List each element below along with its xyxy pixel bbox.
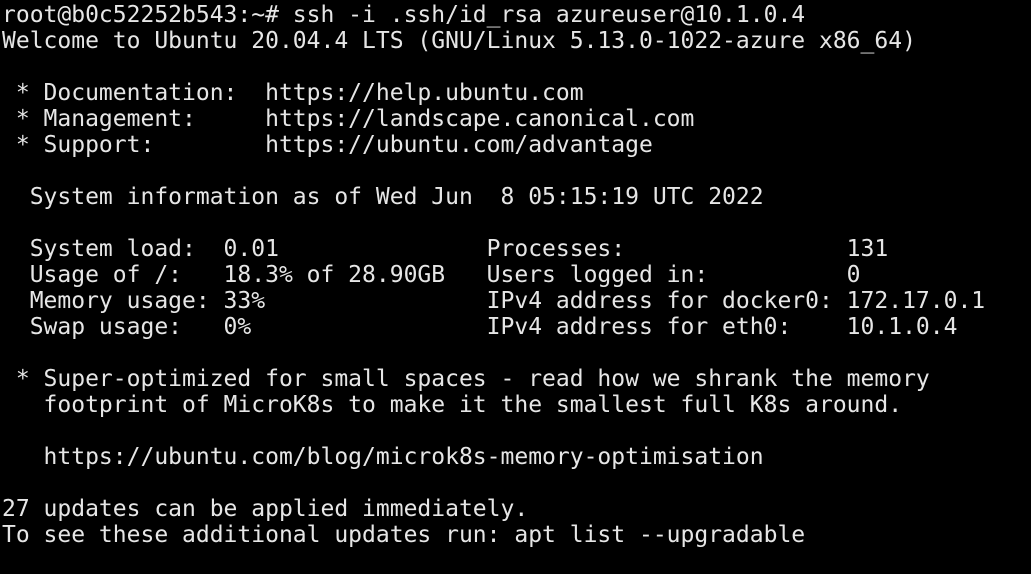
documentation-link-line: * Documentation: https://help.ubuntu.com [2,80,584,106]
management-link-line: * Management: https://landscape.canonica… [2,106,695,132]
command-line: root@b0c52252b543:~# ssh -i .ssh/id_rsa … [2,2,806,28]
system-load-line: System load: 0.01 Processes: 131 [2,236,889,262]
swap-usage-line: Swap usage: 0% IPv4 address for eth0: 10… [2,314,958,340]
memory-usage-line: Memory usage: 33% IPv4 address for docke… [2,288,986,314]
microk8s-notice-line: footprint of MicroK8s to make it the sma… [2,392,903,418]
welcome-message: Welcome to Ubuntu 20.04.4 LTS (GNU/Linux… [2,28,916,54]
microk8s-blog-link-line: https://ubuntu.com/blog/microk8s-memory-… [2,444,764,470]
support-link-line: * Support: https://ubuntu.com/advantage [2,132,653,158]
updates-count-line: 27 updates can be applied immediately. [2,496,529,522]
system-info-header: System information as of Wed Jun 8 05:15… [2,184,764,210]
terminal-window[interactable]: root@b0c52252b543:~# ssh -i .ssh/id_rsa … [0,0,1031,574]
updates-hint-line: To see these additional updates run: apt… [2,522,806,548]
disk-usage-line: Usage of /: 18.3% of 28.90GB Users logge… [2,262,861,288]
microk8s-notice-line: * Super-optimized for small spaces - rea… [2,366,930,392]
